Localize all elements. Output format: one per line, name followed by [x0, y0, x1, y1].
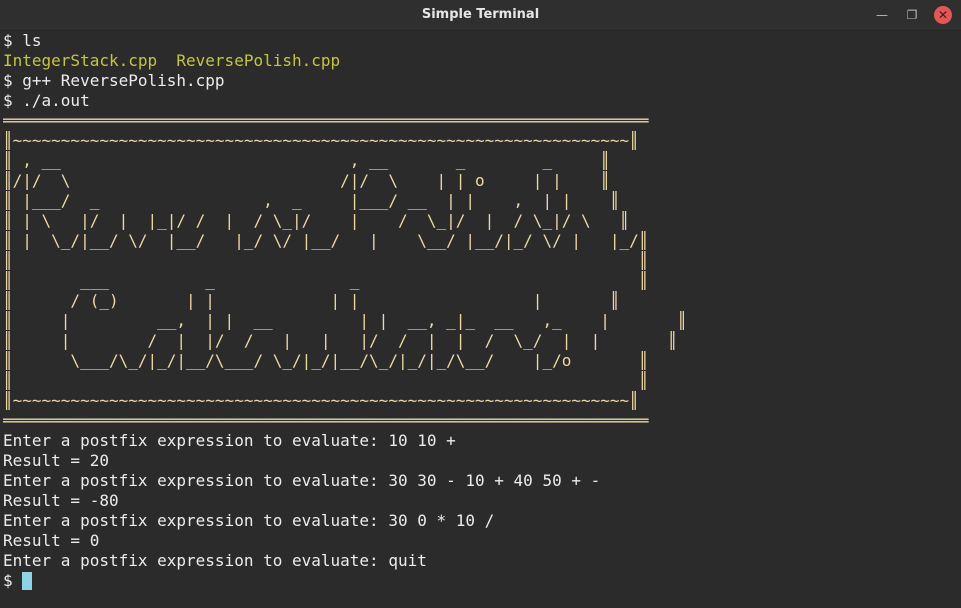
command-run: $ ./a.out [3, 91, 90, 110]
banner-line: ║~~~~~~~~~~~~~~~~~~~~~~~~~~~~~~~~~~~~~~~… [3, 391, 639, 410]
file-reversepolish: ReversePolish.cpp [176, 51, 341, 70]
text-cursor [21, 572, 32, 590]
banner-line: ║/|/ \ /|/ \ | | o | | ║ [3, 171, 610, 190]
window-title: Simple Terminal [421, 7, 540, 22]
session-line: Result = -80 [3, 491, 119, 510]
title-bar[interactable]: Simple Terminal — ❐ ✕ [0, 0, 961, 31]
banner-line: ║ , __ , __ _ _ ║ [3, 151, 610, 170]
banner-line: ║ \___/\_/|_/|__/\___/ \_/|_/|__/\_/|_/|… [3, 351, 649, 370]
banner-line: ║ ║ [3, 251, 649, 270]
banner-line: ║ | \_/|__/ \/ |__/ |_/ \/ |__/ | \__/ |… [3, 231, 649, 250]
banner-line: ════════════════════════════════════════… [3, 111, 649, 130]
banner-line: ════════════════════════════════════════… [3, 411, 649, 430]
terminal-window: Simple Terminal — ❐ ✕ $ ls IntegerStack.… [0, 0, 961, 608]
session-line: Enter a postfix expression to evaluate: … [3, 471, 601, 490]
session-line: Enter a postfix expression to evaluate: … [3, 431, 456, 450]
file-integerstack: IntegerStack.cpp [3, 51, 158, 70]
banner-line: ║ | __, | | __ | | __, _|_ __ ,_ | ║ [3, 311, 687, 330]
maximize-icon[interactable]: ❐ [904, 7, 920, 23]
banner-line: ║~~~~~~~~~~~~~~~~~~~~~~~~~~~~~~~~~~~~~~~… [3, 131, 639, 150]
banner-line: ║ ___ _ _ ║ [3, 271, 649, 290]
prompt: $ [3, 571, 13, 590]
ls-output: IntegerStack.cpp ReversePolish.cpp [3, 51, 961, 71]
ascii-banner: ════════════════════════════════════════… [3, 111, 961, 431]
session-line: Enter a postfix expression to evaluate: … [3, 511, 495, 530]
command-ls: $ ls [3, 31, 42, 50]
session-line: Result = 0 [3, 531, 100, 550]
banner-line: ║ ║ [3, 371, 649, 390]
prompt-line[interactable]: $ [3, 571, 961, 591]
session-output: Enter a postfix expression to evaluate: … [3, 431, 961, 571]
banner-line: ║ |___/ _ , _ |___/ __ | | , | | ║ [3, 191, 620, 210]
terminal-output[interactable]: $ ls IntegerStack.cpp ReversePolish.cpp … [3, 31, 961, 608]
close-icon[interactable]: ✕ [934, 6, 952, 24]
banner-line: ║ / (_) | | | | | ║ [3, 291, 620, 310]
session-line: Result = 20 [3, 451, 109, 470]
banner-line: ║ | \ |/ | |_|/ / | / \_|/ | / \_|/ | / … [3, 211, 630, 230]
minimize-icon[interactable]: — [874, 7, 890, 23]
session-line: Enter a postfix expression to evaluate: … [3, 551, 427, 570]
command-compile: $ g++ ReversePolish.cpp [3, 71, 225, 90]
banner-line: ║ | / | |/ / | | |/ / | | / \_/ | | ║ [3, 331, 678, 350]
